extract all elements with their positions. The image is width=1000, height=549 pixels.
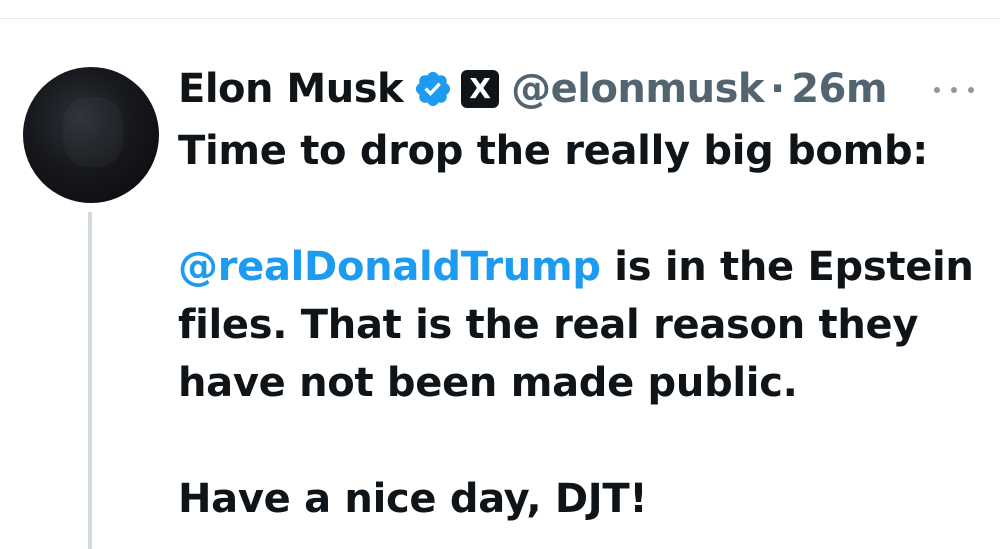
verified-badge-icon[interactable]	[413, 69, 453, 109]
tweet-line: Time to drop the really big bomb:	[178, 128, 929, 174]
x-logo-icon[interactable]: X	[461, 70, 500, 108]
author-handle[interactable]: @elonmusk	[511, 66, 764, 112]
tweet-paragraph: @realDonaldTrump is in the Epstein files…	[178, 238, 993, 412]
more-dot	[934, 87, 940, 93]
separator-dot: ·	[769, 66, 786, 112]
thread-line	[88, 212, 92, 549]
tweet-header: Elon Musk X @elonmusk · 26m	[178, 62, 888, 116]
tweet-closing: Have a nice day, DJT!	[178, 476, 648, 522]
mention-link[interactable]: @realDonaldTrump	[178, 244, 601, 290]
tweet-text: Time to drop the really big bomb: @realD…	[178, 122, 993, 528]
avatar[interactable]	[23, 67, 159, 203]
top-divider	[0, 18, 1000, 19]
author-display-name[interactable]: Elon Musk	[178, 66, 404, 112]
more-dot	[951, 87, 957, 93]
tweet-timestamp[interactable]: 26m	[791, 66, 887, 112]
more-options-icon[interactable]	[934, 80, 974, 100]
more-dot	[968, 87, 974, 93]
